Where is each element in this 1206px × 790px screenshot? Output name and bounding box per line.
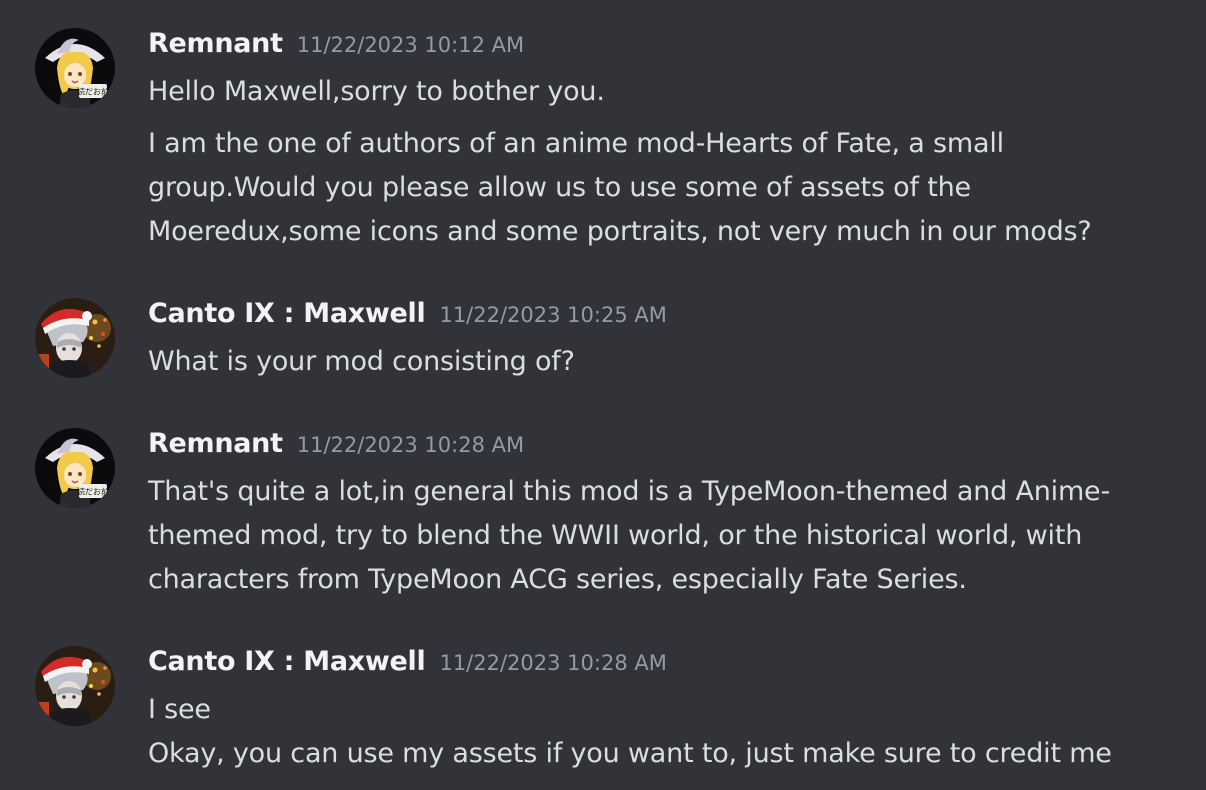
message-group: 読だお前 Remnant 11/22/2023 10:28 AM That's q… (0, 428, 1206, 608)
message-group: 読だお前 Remnant 11/22/2023 10:12 AM Hello Ma… (0, 28, 1206, 258)
username[interactable]: Remnant (148, 428, 283, 459)
timestamp[interactable]: 11/22/2023 10:12 AM (297, 33, 524, 57)
avatar[interactable] (35, 298, 115, 378)
message-text: group.Would you please allow us to use s… (148, 172, 971, 203)
message-group: Canto IX : Maxwell 11/22/2023 10:28 AM I … (0, 646, 1206, 786)
avatar[interactable] (35, 646, 115, 726)
message-header: Canto IX : Maxwell 11/22/2023 10:28 AM (148, 646, 667, 686)
blonde-witch-avatar-icon: 読だお前 (35, 28, 115, 108)
svg-text:読だお前: 読だお前 (77, 487, 109, 497)
message-text: That's quite a lot,in general this mod i… (148, 476, 1110, 507)
santa-hat-avatar-icon (35, 298, 115, 378)
avatar[interactable]: 読だお前 (35, 28, 115, 108)
svg-text:読だお前: 読だお前 (77, 87, 109, 97)
timestamp[interactable]: 11/22/2023 10:28 AM (439, 651, 666, 675)
timestamp[interactable]: 11/22/2023 10:25 AM (439, 303, 666, 327)
username[interactable]: Canto IX : Maxwell (148, 298, 426, 329)
username[interactable]: Remnant (148, 28, 283, 59)
message-text: I am the one of authors of an anime mod-… (148, 128, 1004, 159)
message-text: characters from TypeMoon ACG series, esp… (148, 564, 967, 595)
message-header: Remnant 11/22/2023 10:12 AM (148, 28, 524, 68)
chat-message-list: 読だお前 Remnant 11/22/2023 10:12 AM Hello Ma… (0, 0, 1206, 790)
timestamp[interactable]: 11/22/2023 10:28 AM (297, 433, 524, 457)
message-text: Hello Maxwell,sorry to bother you. (148, 76, 605, 107)
blonde-witch-avatar-icon: 読だお前 (35, 428, 115, 508)
message-text: Moeredux,some icons and some portraits, … (148, 216, 1092, 247)
santa-hat-avatar-icon (35, 646, 115, 726)
message-header: Canto IX : Maxwell 11/22/2023 10:25 AM (148, 298, 667, 338)
avatar[interactable]: 読だお前 (35, 428, 115, 508)
message-text: themed mod, try to blend the WWII world,… (148, 520, 1083, 551)
message-header: Remnant 11/22/2023 10:28 AM (148, 428, 524, 468)
message-text: Okay, you can use my assets if you want … (148, 738, 1112, 769)
username[interactable]: Canto IX : Maxwell (148, 646, 426, 677)
message-group: Canto IX : Maxwell 11/22/2023 10:25 AM Wh… (0, 298, 1206, 388)
message-text: What is your mod consisting of? (148, 346, 575, 377)
message-text: I see (148, 694, 211, 725)
